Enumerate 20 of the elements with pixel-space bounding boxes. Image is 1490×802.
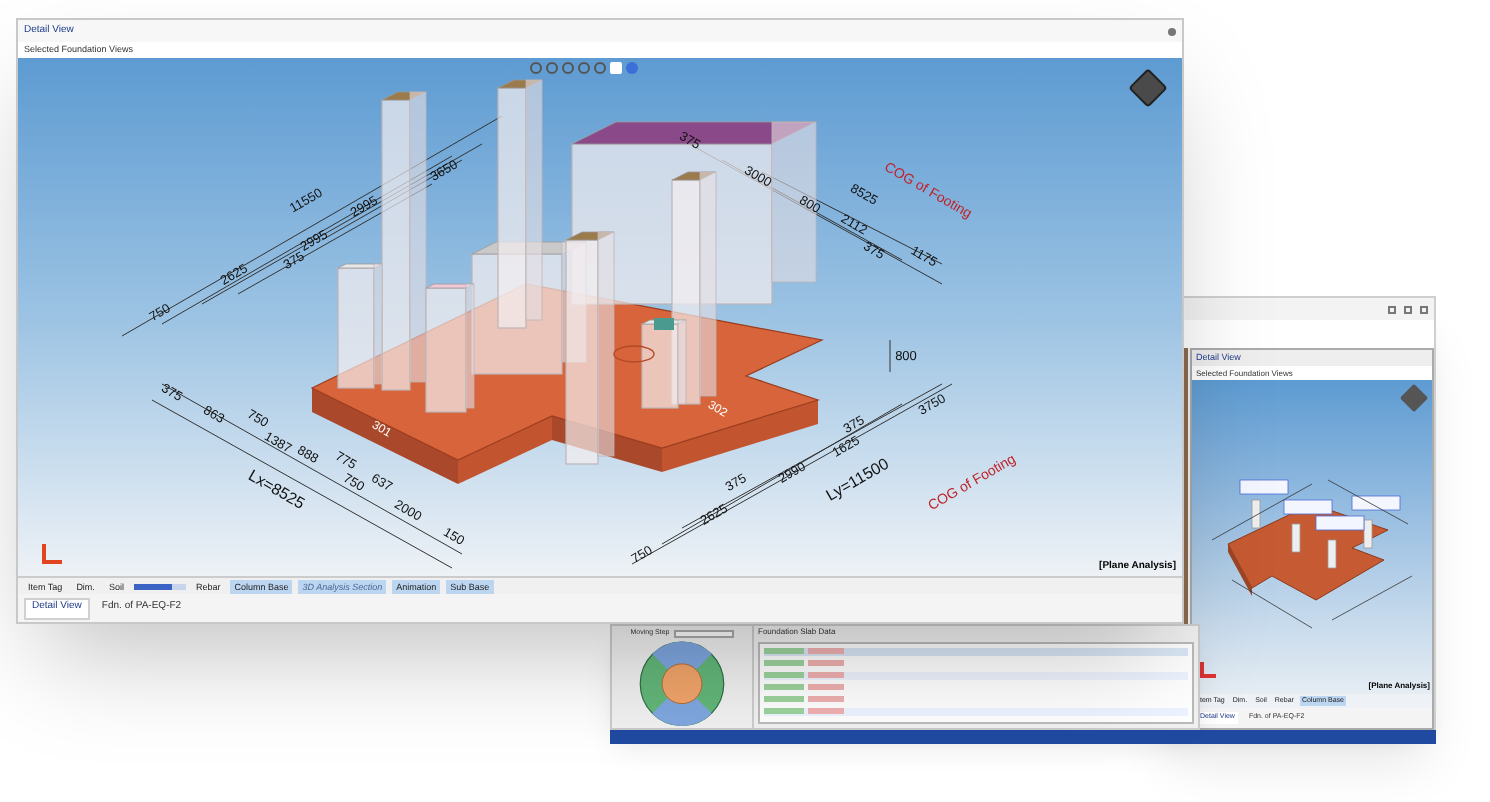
table-row-marker xyxy=(764,672,804,678)
minimize-icon[interactable] xyxy=(1388,305,1396,313)
table-row-marker xyxy=(764,648,804,654)
table-row-marker xyxy=(808,660,844,666)
direction-pad-drawing xyxy=(639,641,725,727)
table-row-marker xyxy=(764,660,804,666)
maximize-icon[interactable] xyxy=(1404,305,1412,313)
axis-icon xyxy=(42,544,62,564)
table-row-marker xyxy=(808,684,844,690)
table-row-marker xyxy=(808,672,844,678)
table-row-marker xyxy=(808,696,844,702)
pin-icon[interactable] xyxy=(1168,27,1176,35)
table-row-marker xyxy=(764,696,804,702)
slider-fill[interactable] xyxy=(133,583,173,589)
moving-step-field[interactable] xyxy=(673,629,734,638)
table-row-marker xyxy=(808,708,844,714)
table-row-marker xyxy=(764,708,804,714)
table-row-marker xyxy=(808,648,844,654)
close-icon[interactable] xyxy=(1420,305,1428,313)
table-row-marker xyxy=(764,684,804,690)
